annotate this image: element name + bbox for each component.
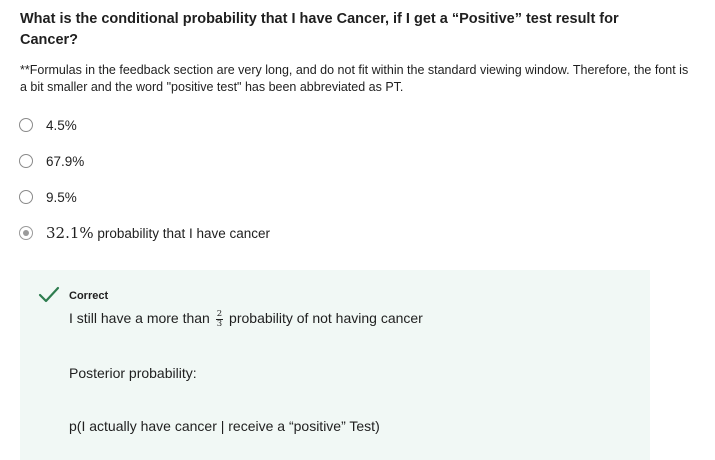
- option-label: 4.5%: [46, 117, 77, 133]
- check-icon: [38, 286, 60, 303]
- feedback-panel: Correct I still have a more than 23 prob…: [20, 270, 650, 460]
- option-text: probability that I have cancer: [93, 226, 271, 241]
- feedback-line-1: I still have a more than 23 probability …: [69, 310, 423, 329]
- question-note: **Formulas in the feedback section are v…: [20, 63, 689, 94]
- radio-button[interactable]: [19, 190, 33, 204]
- correct-label: Correct: [69, 290, 109, 302]
- option-label: 32.1% probability that I have cancer: [46, 224, 270, 242]
- option-label: 9.5%: [46, 189, 77, 205]
- fraction: 23: [215, 310, 224, 329]
- radio-button[interactable]: [19, 154, 33, 168]
- radio-button-selected[interactable]: [19, 226, 33, 240]
- radio-button[interactable]: [19, 118, 33, 132]
- fraction-denominator: 3: [216, 319, 223, 329]
- option-1[interactable]: 4.5%: [19, 114, 77, 136]
- option-3[interactable]: 9.5%: [19, 186, 77, 208]
- feedback-line-3: p(I actually have cancer | receive a “po…: [69, 418, 380, 434]
- feedback-line-2: Posterior probability:: [69, 365, 197, 381]
- option-value: 32.1%: [46, 224, 94, 242]
- option-label: 67.9%: [46, 153, 85, 169]
- option-4[interactable]: 32.1% probability that I have cancer: [19, 222, 270, 244]
- feedback-text: I still have a more than: [69, 310, 214, 327]
- question-title: What is the conditional probability that…: [20, 11, 619, 48]
- feedback-text: probability of not having cancer: [225, 310, 423, 327]
- option-2[interactable]: 67.9%: [19, 150, 84, 172]
